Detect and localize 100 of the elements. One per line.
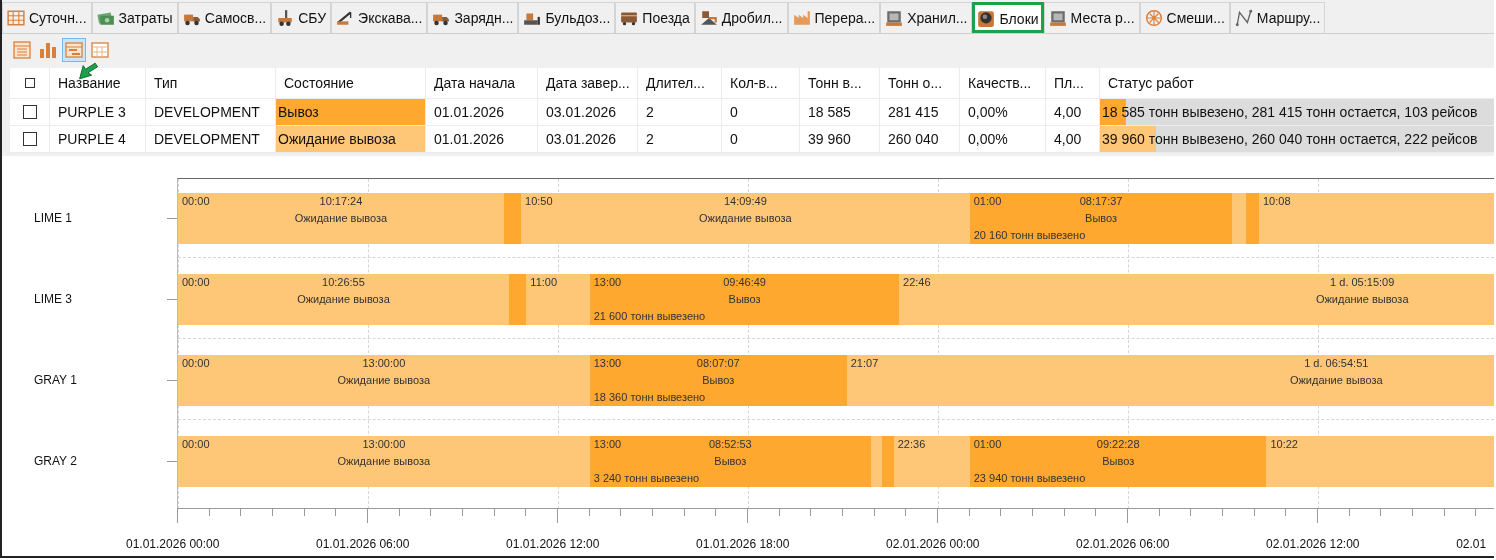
state-cell: Ожидание вывоза <box>276 126 426 152</box>
duration-label: 10:26:55 <box>322 276 365 288</box>
tab[interactable]: Поезда <box>615 2 695 33</box>
start-time-label: 10:50 <box>525 195 553 207</box>
table-cell: 281 415 <box>880 99 960 125</box>
row-checkbox[interactable] <box>22 132 37 146</box>
table-cell: PURPLE 3 <box>50 99 146 125</box>
start-time-label: 00:00 <box>182 357 210 369</box>
table-cell: PURPLE 4 <box>50 126 146 152</box>
start-time-label: 10:22 <box>1270 438 1298 450</box>
column-header[interactable]: Длител... <box>646 75 705 91</box>
state-label: Ожидание вывоза <box>1315 293 1409 305</box>
column-header[interactable]: Качеств... <box>968 75 1032 91</box>
status-text: 39 960 тонн вывезено, 260 040 тонн остается, 222 рейсов <box>1101 131 1478 147</box>
table-cell: 01.01.2026 <box>426 126 538 152</box>
state-label: Ожидание вывоза <box>337 374 431 386</box>
select-all-checkbox[interactable] <box>24 78 35 88</box>
start-time-label: 01:00 <box>973 438 1002 450</box>
tab[interactable]: Самосв... <box>177 2 272 33</box>
table-cell: 03.01.2026 <box>538 99 638 125</box>
row-checkbox[interactable] <box>22 105 37 119</box>
start-time-label: 22:36 <box>897 438 926 450</box>
tons-label: 3 240 тонн вывезено <box>593 472 700 484</box>
tab[interactable]: Перера... <box>787 2 881 33</box>
calendar-icon <box>90 40 110 60</box>
table-cell: 0 <box>722 99 800 125</box>
axis-tick-label: 01.01.2026 00:00 <box>126 537 220 551</box>
train-icon <box>620 9 639 27</box>
tons-label: 20 160 тонн вывезено <box>973 229 1086 241</box>
duration-label: 09:22:28 <box>1096 438 1140 450</box>
tab[interactable]: Зарядн... <box>427 2 519 33</box>
column-header[interactable]: Тип <box>154 75 178 91</box>
duration-label: 08:07:07 <box>696 357 740 369</box>
axis-tick-label: 01.01.2026 18:00 <box>696 537 790 551</box>
state-cell: Вывоз <box>276 99 426 125</box>
column-header[interactable]: Тонн о... <box>888 75 943 91</box>
view-button[interactable] <box>62 38 86 62</box>
start-time-label: 13:00 <box>593 438 622 450</box>
row-label: LIME 1 <box>34 210 72 225</box>
state-label: Вывоз <box>702 374 735 386</box>
state-label: Ожидание вывоза <box>297 293 390 305</box>
axis-tick-label: 02.01.2026 12:00 <box>1266 537 1360 551</box>
table-icon <box>12 40 32 60</box>
tab[interactable]: Затраты <box>91 2 178 33</box>
column-header[interactable]: Дата начала <box>434 75 516 91</box>
tab[interactable]: Дробил... <box>694 2 788 33</box>
start-time-label: 00:00 <box>182 438 210 450</box>
column-header[interactable]: Дата завер... <box>546 75 630 91</box>
column-header[interactable]: Кол-в... <box>730 75 778 91</box>
tons-label: 21 600 тонн вывезено <box>593 310 706 322</box>
start-time-label: 00:00 <box>182 195 210 207</box>
table-cell: 18 585 <box>800 99 880 125</box>
storage-icon <box>885 9 904 27</box>
tab[interactable]: Хранил... <box>880 2 973 33</box>
axis-tick-label: 02.01.2026 00:00 <box>886 537 980 551</box>
column-header[interactable]: Название <box>58 75 121 91</box>
state-label: Ожидание вывоза <box>337 455 431 467</box>
column-header[interactable]: Состояние <box>284 75 354 91</box>
start-time-label: 00:00 <box>182 276 210 288</box>
tab[interactable]: Блоки <box>972 2 1044 33</box>
view-button[interactable] <box>10 38 34 62</box>
crusher-icon <box>699 9 718 27</box>
tab[interactable]: Бульдоз... <box>518 2 616 33</box>
start-time-label: 21:07 <box>850 357 879 369</box>
tab[interactable]: Места р... <box>1043 2 1140 33</box>
route-icon <box>1234 9 1253 27</box>
duration-label: 1 d. 06:54:51 <box>1304 357 1369 369</box>
axis-tick-label: 02.01 <box>1456 537 1487 551</box>
state-label: Вывоз <box>1085 212 1118 224</box>
axis-tick-label: 02.01.2026 06:00 <box>1076 537 1170 551</box>
tab[interactable]: Экскава... <box>331 2 428 33</box>
table-cell: 0,00% <box>960 99 1046 125</box>
table-cell: 01.01.2026 <box>426 99 538 125</box>
table-cell: 39 960 <box>800 126 880 152</box>
tab[interactable]: Смеши... <box>1139 2 1230 33</box>
start-time-label: 22:46 <box>903 276 931 288</box>
banknotes-icon <box>96 9 115 27</box>
duration-label: 13:00:00 <box>362 357 406 369</box>
row-label: GRAY 1 <box>34 372 77 387</box>
axis-tick-label: 01.01.2026 06:00 <box>316 537 410 551</box>
state-label: Ожидание вывоза <box>1289 374 1383 386</box>
tab[interactable]: СБУ <box>271 2 332 33</box>
column-header[interactable]: Тонн в... <box>808 75 862 91</box>
tab[interactable]: Маршру... <box>1229 2 1326 33</box>
duration-label: 14:09:49 <box>723 195 767 207</box>
column-header[interactable]: Пл... <box>1054 75 1084 91</box>
duration-label: 09:46:49 <box>723 276 766 288</box>
table-cell: 2 <box>638 99 722 125</box>
tab[interactable]: Суточн... <box>2 2 92 33</box>
axis-tick-label: 01.01.2026 12:00 <box>506 537 600 551</box>
column-header[interactable]: Статус работ <box>1108 75 1194 91</box>
mixer-icon <box>1144 9 1163 27</box>
duration-label: 08:17:37 <box>1079 195 1123 207</box>
bar-chart-icon <box>38 40 58 60</box>
row-label: GRAY 2 <box>34 453 77 468</box>
duration-label: 13:00:00 <box>362 438 406 450</box>
table-cell: 0,00% <box>960 126 1046 152</box>
start-time-label: 13:00 <box>593 357 622 369</box>
state-label: Ожидание вывоза <box>294 212 388 224</box>
start-time-label: 10:08 <box>1263 195 1291 207</box>
